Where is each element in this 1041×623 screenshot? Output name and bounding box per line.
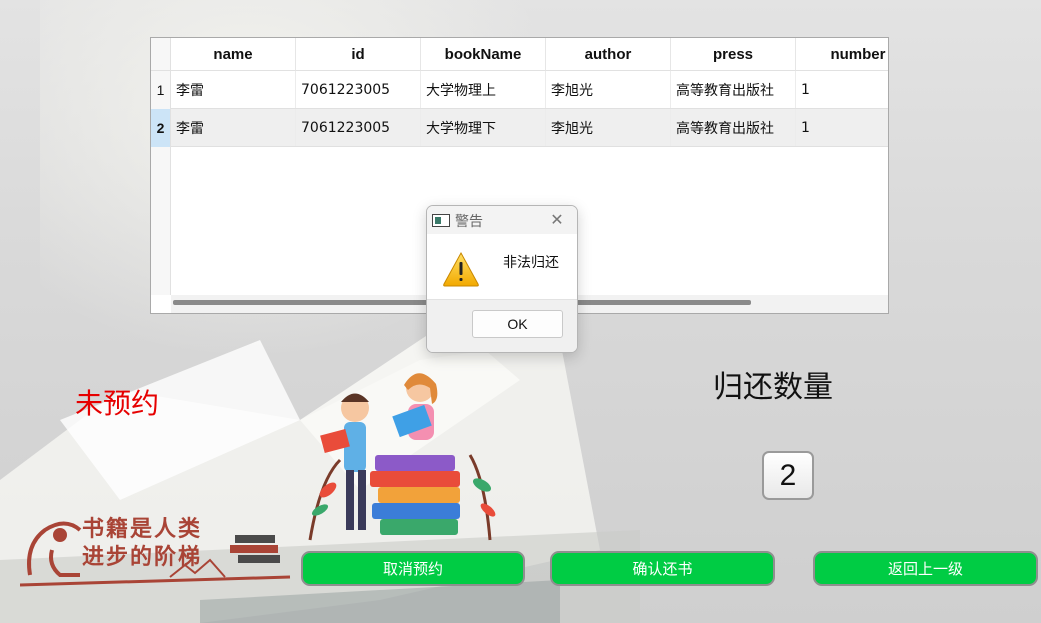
warning-icon <box>443 251 479 287</box>
confirm-return-button[interactable]: 确认还书 <box>550 551 775 586</box>
cancel-reservation-button[interactable]: 取消预约 <box>301 551 525 586</box>
table-cell-bookname[interactable]: 大学物理下 <box>421 109 546 147</box>
table-cell-id[interactable]: 7061223005 <box>296 71 421 109</box>
table-cell-bookname[interactable]: 大学物理上 <box>421 71 546 109</box>
app-window-icon <box>432 214 450 227</box>
table-cell-number[interactable]: 1 <box>796 109 888 147</box>
column-header-name[interactable]: name <box>171 38 296 71</box>
table-cell-press[interactable]: 高等教育出版社 <box>671 71 796 109</box>
column-header-press[interactable]: press <box>671 38 796 71</box>
table-cell-name[interactable]: 李雷 <box>171 71 296 109</box>
warning-dialog: 警告 ✕ 非法归还 OK <box>426 205 578 353</box>
table-cell-press[interactable]: 高等教育出版社 <box>671 109 796 147</box>
table-corner[interactable] <box>151 38 171 71</box>
dialog-message: 非法归还 <box>503 255 559 271</box>
row-header-2[interactable]: 2 <box>151 109 171 147</box>
kids-reading-illustration <box>308 373 496 541</box>
row-divider <box>171 146 888 147</box>
return-count-title: 归还数量 <box>713 370 833 405</box>
dialog-title: 警告 <box>455 214 483 230</box>
row-header-empty <box>151 147 171 295</box>
table-cell-author[interactable]: 李旭光 <box>546 71 671 109</box>
column-header-author[interactable]: author <box>546 38 671 71</box>
close-icon[interactable]: ✕ <box>547 210 567 230</box>
table-cell-number[interactable]: 1 <box>796 71 888 109</box>
column-header-bookname[interactable]: bookName <box>421 38 546 71</box>
table-cell-name[interactable]: 李雷 <box>171 109 296 147</box>
ok-button[interactable]: OK <box>472 310 563 338</box>
slogan-line-2: 进步的阶梯 <box>82 544 203 570</box>
slogan-logo: 书籍是人类 进步的阶梯 <box>20 505 300 590</box>
table-cell-id[interactable]: 7061223005 <box>296 109 421 147</box>
back-button[interactable]: 返回上一级 <box>813 551 1038 586</box>
column-header-number[interactable]: number <box>796 38 888 71</box>
return-count-value[interactable]: 2 <box>762 451 814 500</box>
row-header-1[interactable]: 1 <box>151 71 171 109</box>
reservation-status-label: 未预约 <box>75 387 160 420</box>
table-cell-author[interactable]: 李旭光 <box>546 109 671 147</box>
column-header-id[interactable]: id <box>296 38 421 71</box>
